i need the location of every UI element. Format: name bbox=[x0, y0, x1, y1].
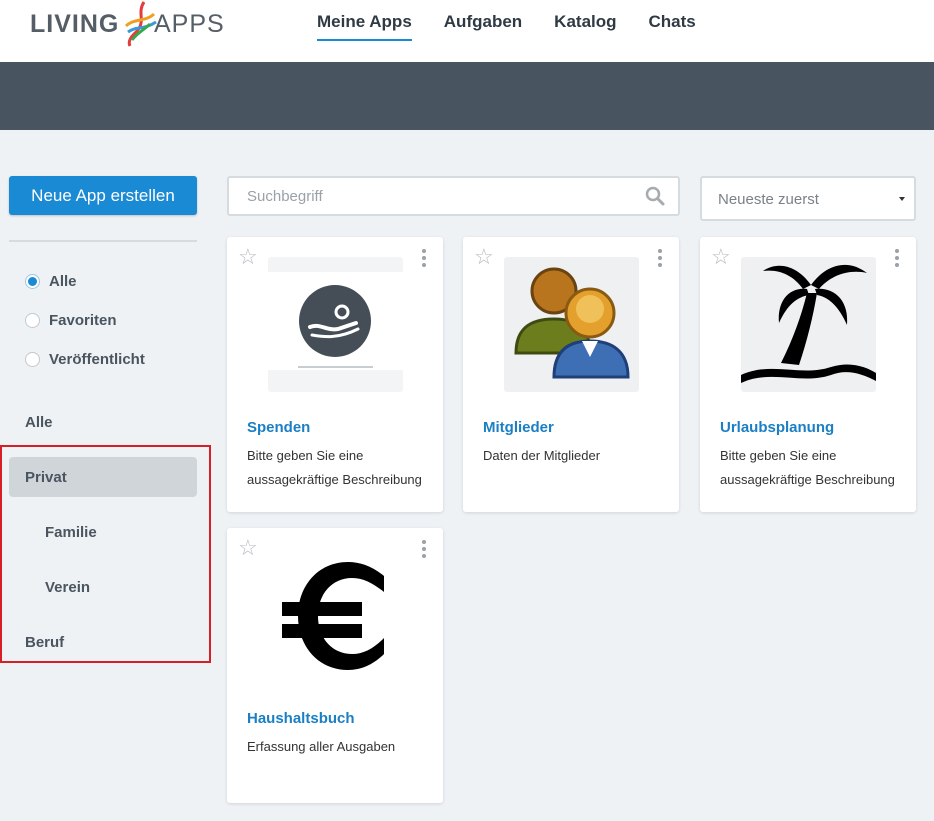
filter-published[interactable]: Veröffentlicht bbox=[25, 351, 145, 368]
nav-katalog[interactable]: Katalog bbox=[554, 0, 616, 41]
search-icon[interactable] bbox=[645, 186, 665, 206]
app-title[interactable]: Spenden bbox=[247, 419, 310, 436]
logo-swoosh-icon bbox=[124, 1, 157, 47]
more-options-icon[interactable] bbox=[422, 540, 426, 561]
sort-selected-value: Neueste zuerst bbox=[718, 191, 819, 208]
caret-down-icon bbox=[899, 197, 905, 201]
app-title[interactable]: Urlaubsplanung bbox=[720, 419, 834, 436]
app-description: Daten der Mitglieder bbox=[483, 448, 601, 463]
favorite-star-icon[interactable]: ☆ bbox=[474, 246, 494, 268]
favorite-star-icon[interactable]: ☆ bbox=[238, 537, 258, 559]
app-description: Erfassung aller Ausgaben bbox=[247, 739, 396, 754]
sort-select[interactable]: Neueste zuerst bbox=[700, 176, 916, 221]
living-apps-logo[interactable]: LIVING APPS bbox=[30, 1, 230, 47]
app-title[interactable]: Mitglieder bbox=[483, 419, 554, 436]
favorite-star-icon[interactable]: ☆ bbox=[238, 246, 258, 268]
app-title[interactable]: Haushaltsbuch bbox=[247, 710, 355, 727]
radio-icon[interactable] bbox=[25, 352, 40, 367]
donation-hand-icon bbox=[268, 257, 403, 392]
top-navigation-bar: LIVING APPS Meine Apps Aufgaben Katalog … bbox=[0, 0, 934, 62]
app-card[interactable]: ☆ Urlaubsplanung Bitte geben Sie eine au… bbox=[700, 237, 916, 512]
main-nav: Meine Apps Aufgaben Katalog Chats bbox=[317, 0, 728, 62]
users-icon bbox=[504, 257, 639, 392]
app-card[interactable]: ☆ Spenden Bitte geben Sie eine aussagekr… bbox=[227, 237, 443, 512]
nav-chats[interactable]: Chats bbox=[649, 0, 696, 41]
radio-icon[interactable] bbox=[25, 313, 40, 328]
filter-label: Alle bbox=[49, 273, 77, 290]
search-box[interactable] bbox=[227, 176, 680, 216]
more-options-icon[interactable] bbox=[658, 249, 662, 270]
logo-text-left: LIVING bbox=[30, 10, 120, 38]
palm-tree-icon bbox=[741, 257, 876, 392]
nav-aufgaben[interactable]: Aufgaben bbox=[444, 0, 522, 41]
app-description: Bitte geben Sie eine aussagekräftige Bes… bbox=[247, 448, 422, 487]
filter-label: Veröffentlicht bbox=[49, 351, 145, 368]
new-app-button[interactable]: Neue App erstellen bbox=[9, 176, 197, 215]
favorite-star-icon[interactable]: ☆ bbox=[711, 246, 731, 268]
category-all[interactable]: Alle bbox=[25, 414, 53, 431]
radio-checked-icon[interactable] bbox=[25, 274, 40, 289]
app-card[interactable]: ☆ Mitglieder Daten der Mitglieder bbox=[463, 237, 679, 512]
filter-favorites[interactable]: Favoriten bbox=[25, 312, 117, 329]
highlight-annotation-box bbox=[0, 445, 211, 663]
app-description: Bitte geben Sie eine aussagekräftige Bes… bbox=[720, 448, 895, 487]
euro-icon bbox=[268, 548, 403, 683]
more-options-icon[interactable] bbox=[895, 249, 899, 270]
sidebar-divider bbox=[9, 240, 197, 242]
nav-meine-apps[interactable]: Meine Apps bbox=[317, 0, 412, 41]
more-options-icon[interactable] bbox=[422, 249, 426, 270]
filter-label: Favoriten bbox=[49, 312, 117, 329]
search-input[interactable] bbox=[229, 178, 629, 214]
header-banner bbox=[0, 62, 934, 130]
logo-text-right: APPS bbox=[154, 10, 225, 38]
filter-all[interactable]: Alle bbox=[25, 273, 77, 290]
app-card[interactable]: ☆ Haushaltsbuch Erfassung aller Ausgaben bbox=[227, 528, 443, 803]
